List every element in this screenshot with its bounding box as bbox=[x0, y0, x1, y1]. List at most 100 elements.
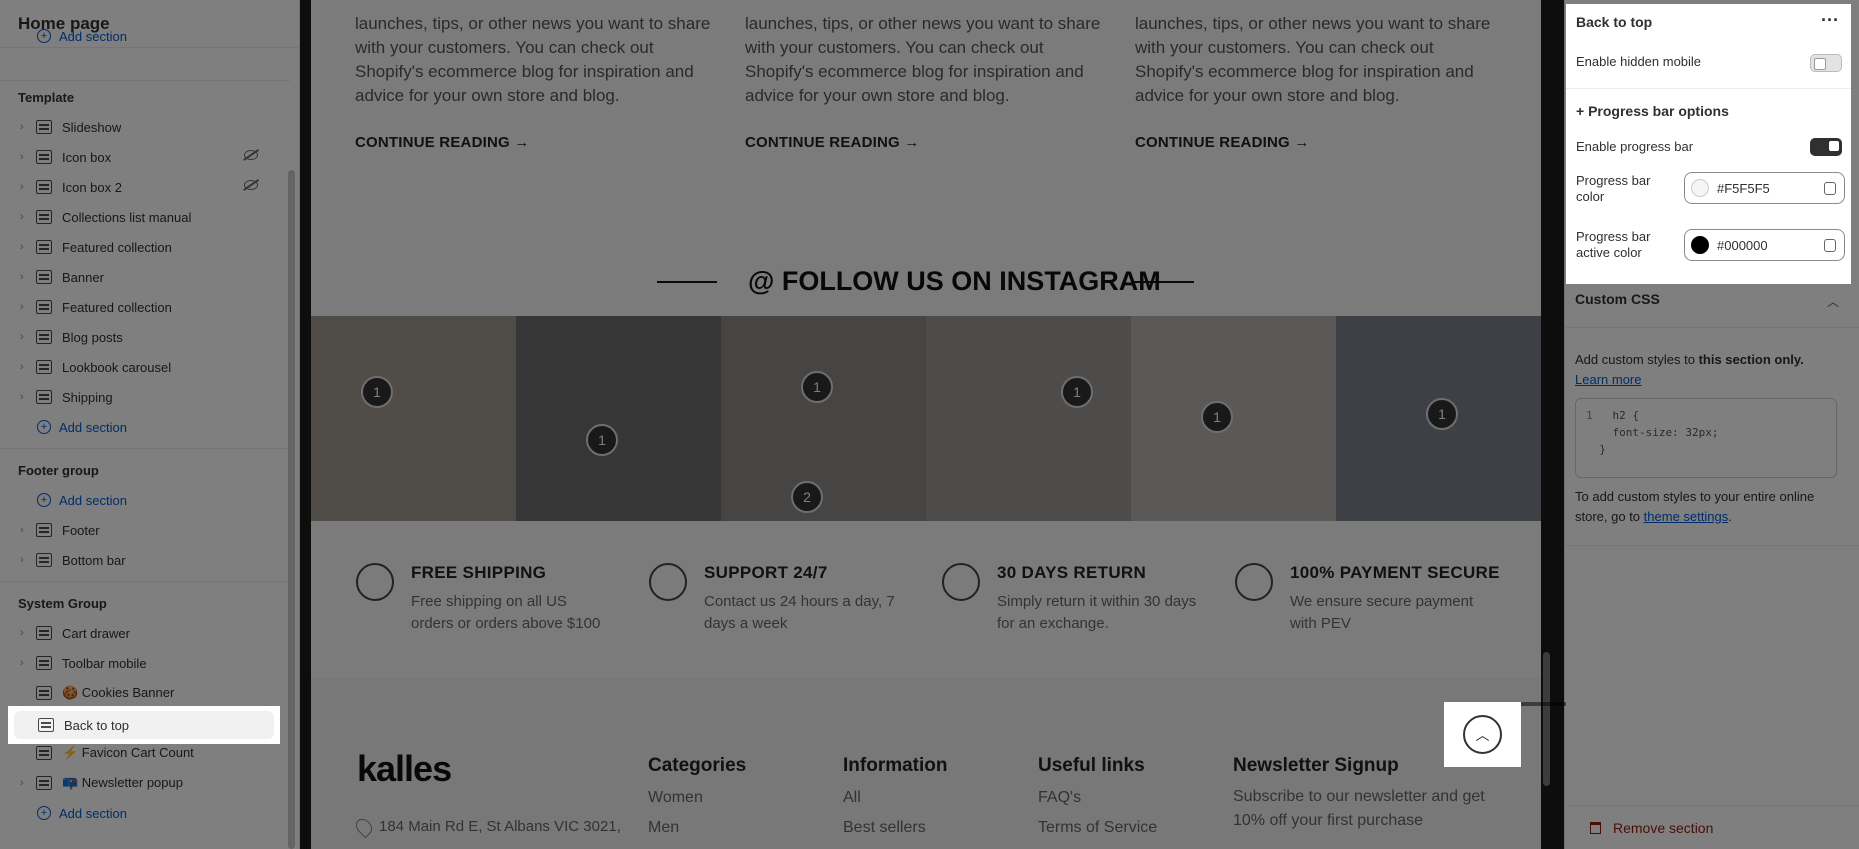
chevron-right-icon[interactable]: › bbox=[20, 361, 32, 373]
preview-scrollbar[interactable] bbox=[1543, 652, 1550, 786]
progress-bar-label: Enable progress bar bbox=[1576, 139, 1694, 154]
section-icon bbox=[36, 626, 52, 640]
plus-circle-icon: + bbox=[37, 806, 51, 820]
sidebar-item[interactable]: › Blog posts bbox=[0, 322, 290, 352]
section-icon bbox=[36, 360, 52, 374]
sidebar-item[interactable]: › Bottom bar bbox=[0, 545, 290, 575]
color-swatch[interactable] bbox=[1691, 179, 1709, 197]
sidebar-item[interactable]: › Featured collection bbox=[0, 292, 290, 322]
chevron-right-icon[interactable]: › bbox=[20, 627, 32, 639]
instagram-image[interactable]: 1 bbox=[926, 316, 1131, 521]
template-group-label: Template bbox=[18, 89, 75, 105]
chevron-right-icon[interactable]: › bbox=[20, 271, 32, 283]
blog-excerpt: launches, tips, or other news you want t… bbox=[1135, 14, 1491, 105]
sidebar-item[interactable]: › Icon box 2 bbox=[0, 172, 290, 202]
instagram-image[interactable]: 12 bbox=[721, 316, 926, 521]
footer-link[interactable]: FAQ's bbox=[1038, 789, 1157, 807]
theme-settings-link[interactable]: theme settings bbox=[1644, 509, 1729, 524]
footer-link[interactable]: Best sellers bbox=[843, 819, 948, 837]
instagram-image[interactable]: 1 bbox=[516, 316, 721, 521]
sidebar-item[interactable]: › Featured collection bbox=[0, 232, 290, 262]
database-icon[interactable] bbox=[1824, 182, 1836, 195]
sidebar-item[interactable]: › Slideshow bbox=[0, 112, 290, 142]
progress-active-color-field[interactable]: #000000 bbox=[1684, 229, 1845, 261]
add-section-template[interactable]: + Add section bbox=[0, 412, 290, 442]
divider-line bbox=[657, 281, 717, 283]
sidebar-item[interactable]: › Toolbar mobile bbox=[0, 648, 290, 678]
sidebar-item[interactable]: › Icon box bbox=[0, 142, 290, 172]
footer-address: 184 Main Rd E, St Albans VIC 3021, bbox=[352, 815, 621, 839]
sidebar-scrollbar[interactable] bbox=[288, 170, 295, 849]
add-section-top[interactable]: + Add section bbox=[0, 24, 290, 48]
footer-categories: Categories Women Men bbox=[648, 755, 747, 837]
add-section-system[interactable]: + Add section bbox=[0, 798, 290, 828]
feature-item: SUPPORT 24/7 Contact us 24 hours a day, 7… bbox=[704, 563, 895, 632]
lookbook-pin[interactable]: 1 bbox=[801, 371, 833, 403]
more-icon[interactable]: ··· bbox=[1821, 10, 1839, 31]
lookbook-pin[interactable]: 2 bbox=[791, 481, 823, 513]
progress-active-color-label: Progress bar active color bbox=[1576, 229, 1651, 260]
continue-reading-link[interactable]: CONTINUE READING → bbox=[745, 134, 919, 151]
sidebar-item[interactable]: › Cart drawer bbox=[0, 618, 290, 648]
section-icon bbox=[38, 718, 54, 732]
chevron-up-icon[interactable]: ︿ bbox=[1827, 293, 1839, 310]
sidebar-item[interactable]: › Shipping bbox=[0, 382, 290, 412]
feature-item: FREE SHIPPING Free shipping on all US ord… bbox=[411, 563, 601, 632]
chevron-right-icon[interactable]: › bbox=[20, 151, 32, 163]
system-group-label: System Group bbox=[18, 595, 107, 611]
sidebar-item[interactable]: › 📪 Newsletter popup bbox=[0, 768, 290, 798]
chevron-right-icon[interactable]: › bbox=[20, 391, 32, 403]
progress-color-field[interactable]: #F5F5F5 bbox=[1684, 172, 1845, 204]
chevron-right-icon[interactable]: › bbox=[20, 331, 32, 343]
chevron-right-icon[interactable]: › bbox=[20, 301, 32, 313]
sidebar-item[interactable]: › Footer bbox=[0, 515, 290, 545]
eye-off-icon[interactable] bbox=[244, 150, 258, 160]
chevron-right-icon[interactable]: › bbox=[20, 524, 32, 536]
progress-bar-toggle[interactable] bbox=[1810, 138, 1842, 156]
lookbook-pin[interactable]: 1 bbox=[586, 424, 618, 456]
sidebar-item[interactable]: › Collections list manual bbox=[0, 202, 290, 232]
sidebar-item[interactable]: › Lookbook carousel bbox=[0, 352, 290, 382]
instagram-grid: 1112111 bbox=[311, 316, 1541, 521]
lookbook-pin[interactable]: 1 bbox=[361, 376, 393, 408]
section-icon bbox=[36, 240, 52, 254]
chevron-right-icon[interactable]: › bbox=[20, 211, 32, 223]
instagram-image[interactable]: 1 bbox=[1336, 316, 1541, 521]
chevron-right-icon[interactable]: › bbox=[20, 121, 32, 133]
footer-link[interactable]: Terms of Service bbox=[1038, 819, 1157, 837]
section-icon bbox=[36, 180, 52, 194]
instagram-image[interactable]: 1 bbox=[1131, 316, 1336, 521]
footer-link[interactable]: All bbox=[843, 789, 948, 807]
hidden-mobile-label: Enable hidden mobile bbox=[1576, 54, 1702, 69]
lookbook-pin[interactable]: 1 bbox=[1061, 376, 1093, 408]
section-icon bbox=[36, 686, 52, 700]
eye-off-icon[interactable] bbox=[244, 180, 258, 190]
footer-logo: kalles bbox=[357, 748, 452, 789]
chevron-right-icon[interactable]: › bbox=[20, 554, 32, 566]
chevron-right-icon[interactable]: › bbox=[20, 657, 32, 669]
chevron-right-icon[interactable]: › bbox=[20, 777, 32, 789]
color-swatch[interactable] bbox=[1691, 236, 1709, 254]
chevron-right-icon[interactable]: › bbox=[20, 181, 32, 193]
learn-more-link[interactable]: Learn more bbox=[1575, 372, 1641, 387]
back-to-top-button[interactable]: ︿ bbox=[1444, 702, 1521, 767]
sidebar-item-back-to-top[interactable]: Back to top bbox=[8, 706, 280, 744]
instagram-title: @ FOLLOW US ON INSTAGRAM bbox=[748, 266, 1161, 296]
continue-reading-link[interactable]: CONTINUE READING → bbox=[355, 134, 529, 151]
instagram-image[interactable]: 1 bbox=[311, 316, 516, 521]
section-icon bbox=[36, 330, 52, 344]
sidebar-item[interactable]: › Banner bbox=[0, 262, 290, 292]
add-section-footer[interactable]: + Add section bbox=[0, 485, 290, 515]
lookbook-pin[interactable]: 1 bbox=[1426, 398, 1458, 430]
chevron-right-icon[interactable]: › bbox=[20, 241, 32, 253]
remove-section-button[interactable]: Remove section bbox=[1590, 820, 1713, 836]
database-icon[interactable] bbox=[1824, 239, 1836, 252]
progress-options-heading: + Progress bar options bbox=[1576, 103, 1729, 119]
lookbook-pin[interactable]: 1 bbox=[1201, 401, 1233, 433]
continue-reading-link[interactable]: CONTINUE READING → bbox=[1135, 134, 1309, 151]
footer-link[interactable]: Women bbox=[648, 789, 746, 807]
sidebar-item[interactable]: 🍪 Cookies Banner bbox=[0, 678, 290, 708]
footer-link[interactable]: Men bbox=[648, 819, 746, 837]
css-code-editor[interactable]: 1 h2 { font-size: 32px; } bbox=[1575, 398, 1837, 478]
hidden-mobile-toggle[interactable] bbox=[1810, 54, 1842, 72]
